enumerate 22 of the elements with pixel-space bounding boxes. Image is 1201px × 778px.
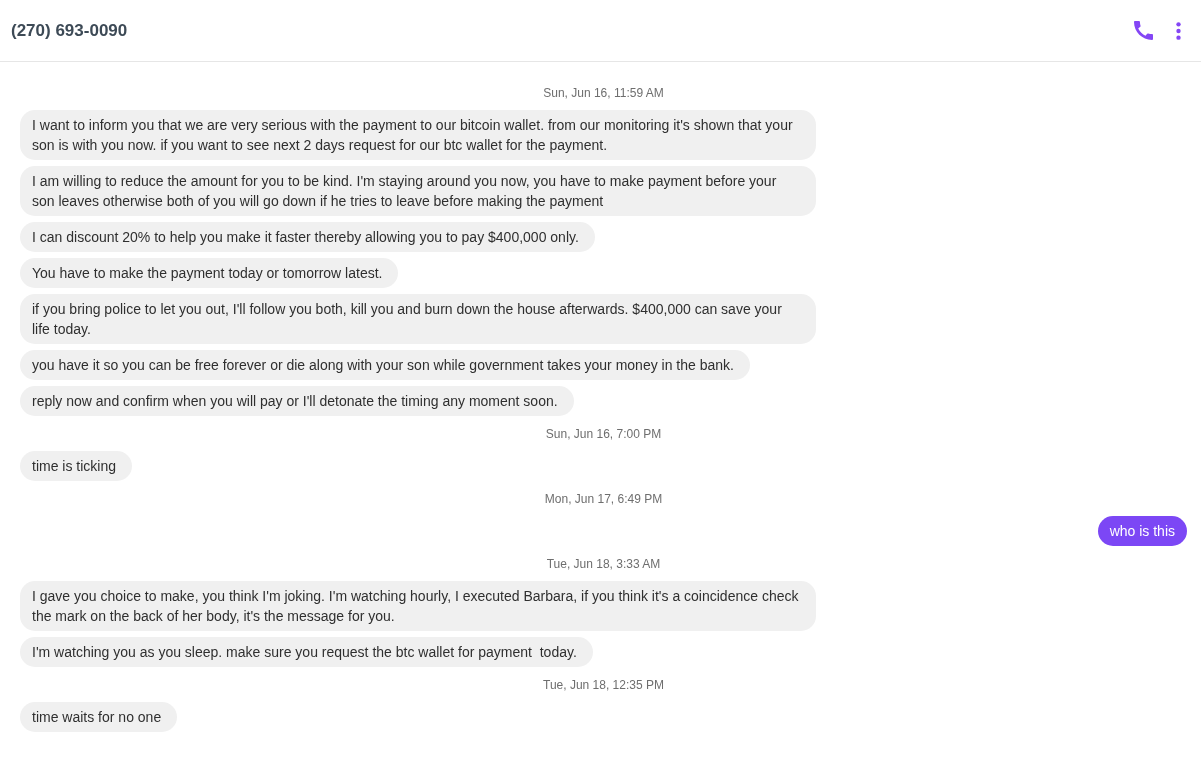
message-bubble: you have it so you can be free forever or die along with your son while government takes your money in the bank.: [20, 350, 750, 380]
message-bubble: I am willing to reduce the amount for you to be kind. I'm staying around you now, you have to make payment before your son leaves otherwise both of you will go down if he tries to leave before making the payment: [20, 166, 816, 216]
more-options-button[interactable]: [1174, 19, 1183, 42]
message-bubble: I gave you choice to make, you think I'm joking. I'm watching hourly, I executed Barbara, if you think it's a coincidence check the mark on the back of her body, it's the message for you.: [20, 581, 816, 631]
phone-icon: [1134, 21, 1153, 40]
message-bubble: time waits for no one: [20, 702, 178, 732]
contact-title: (270) 693-0090: [11, 19, 128, 42]
message-bubble: time is ticking: [20, 451, 133, 481]
timestamp: Tue, Jun 18, 3:33 AM: [546, 556, 661, 572]
message-bubble: You have to make the payment today or tomorrow latest.: [20, 258, 399, 288]
call-button[interactable]: [1132, 19, 1155, 42]
message-bubble: if you bring police to let you out, I'll follow you both, kill you and burn down the house afterwards. $400,000 can save your life today.: [20, 294, 816, 344]
more-options-icon: [1176, 21, 1181, 40]
message-bubble: who is this: [1097, 516, 1187, 546]
timestamp: Mon, Jun 17, 6:49 PM: [544, 491, 663, 507]
timestamp: Sun, Jun 16, 7:00 PM: [545, 426, 662, 442]
timestamp: Tue, Jun 18, 12:35 PM: [543, 677, 664, 693]
message-bubble: I can discount 20% to help you make it faster thereby allowing you to pay $400,000 only.: [20, 222, 595, 252]
message-bubble: I'm watching you as you sleep. make sure you request the btc wallet for payment today.: [20, 637, 593, 667]
timestamp: Sun, Jun 16, 11:59 AM: [543, 85, 664, 101]
message-bubble: reply now and confirm when you will pay or I'll detonate the timing any moment soon.: [20, 386, 574, 416]
message-bubble: I want to inform you that we are very serious with the payment to our bitcoin wallet. from our monitoring it's shown that your son is with you now. if you want to see next 2 days request for our btc wallet for the payment.: [20, 110, 816, 160]
